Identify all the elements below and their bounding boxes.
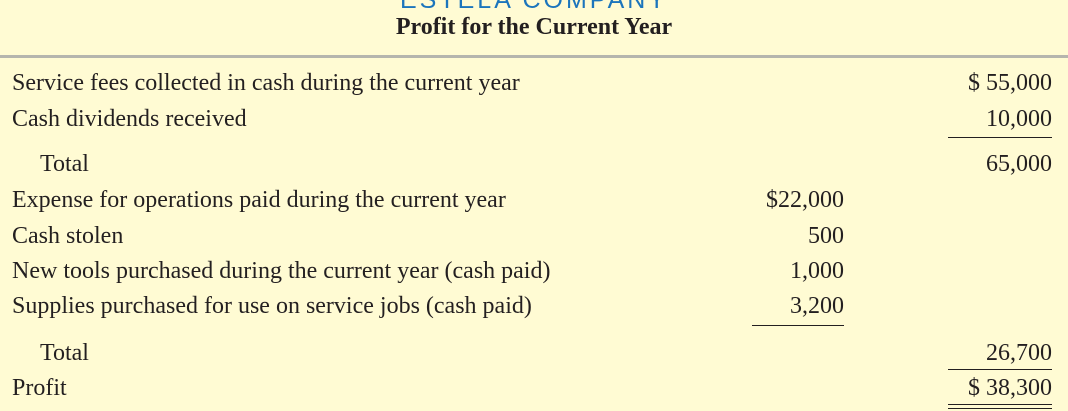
row-label: Total [40,340,89,366]
row-label: Service fees collected in cash during th… [12,70,520,96]
row-label: New tools purchased during the current y… [12,258,551,284]
statement-row-operations-expense: Expense for operations paid during the c… [0,183,1068,217]
expense-subtotal-underline [752,325,844,326]
row-amount-inner: 3,200 [790,293,844,319]
statement-row-cash-stolen: Cash stolen 500 [0,219,1068,253]
row-amount-outer: 65,000 [986,151,1052,177]
row-label: Cash dividends received [12,106,247,132]
company-name: ESTELA COMPANY [400,0,668,14]
statement-row-service-fees: Service fees collected in cash during th… [0,66,1068,100]
row-amount-outer: 26,700 [986,340,1052,366]
row-amount-inner: 1,000 [790,258,844,284]
statement-row-total-revenue: Total 65,000 [0,147,1068,181]
statement-row-supplies: Supplies purchased for use on service jo… [0,289,1068,323]
profit-double-underline [948,404,1052,409]
statement-row-total-expenses: Total 26,700 [0,336,1068,370]
row-label: Expense for operations paid during the c… [12,187,506,213]
row-amount-outer: 10,000 [986,106,1052,132]
row-amount-inner: 500 [808,223,844,249]
row-label: Cash stolen [12,223,124,249]
row-label: Total [40,151,89,177]
row-label: Supplies purchased for use on service jo… [12,293,532,319]
statement-row-new-tools: New tools purchased during the current y… [0,254,1068,288]
row-amount-outer: $ 55,000 [968,70,1052,96]
statement-row-cash-dividends: Cash dividends received 10,000 [0,102,1068,136]
statement-title: Profit for the Current Year [395,14,673,40]
statement-header: ESTELA COMPANY Profit for the Current Ye… [0,0,1068,58]
subtotal-underline [948,137,1052,138]
row-amount-outer: $ 38,300 [968,375,1052,401]
row-amount-inner: $22,000 [766,187,844,213]
row-label: Profit [12,375,67,401]
statement-row-profit: Profit $ 38,300 [0,371,1068,405]
income-statement: ESTELA COMPANY Profit for the Current Ye… [0,0,1068,411]
total-underline [948,369,1052,370]
